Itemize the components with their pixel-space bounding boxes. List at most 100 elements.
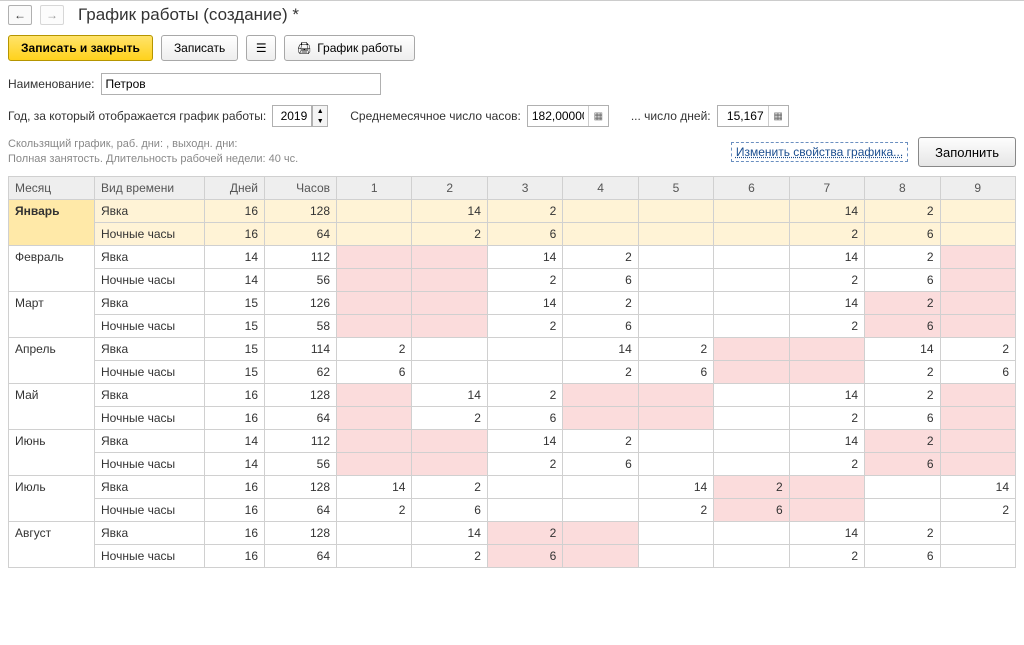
- day-cell[interactable]: 14: [563, 337, 638, 360]
- day-cell[interactable]: 2: [487, 452, 562, 475]
- day-cell[interactable]: 2: [865, 291, 940, 314]
- days-cell[interactable]: 14: [205, 429, 265, 452]
- day-cell[interactable]: [638, 245, 713, 268]
- day-cell[interactable]: [412, 268, 487, 291]
- day-cell[interactable]: 2: [865, 383, 940, 406]
- table-row[interactable]: МартЯвка15126142142: [9, 291, 1016, 314]
- day-cell[interactable]: [487, 337, 562, 360]
- table-row[interactable]: ИюньЯвка14112142142: [9, 429, 1016, 452]
- table-row[interactable]: АпрельЯвка151142142142: [9, 337, 1016, 360]
- hours-cell[interactable]: 62: [265, 360, 337, 383]
- day-cell[interactable]: [940, 314, 1016, 337]
- day-cell[interactable]: [714, 268, 789, 291]
- day-cell[interactable]: 6: [563, 314, 638, 337]
- day-cell[interactable]: 14: [487, 429, 562, 452]
- day-cell[interactable]: 6: [487, 406, 562, 429]
- day-cell[interactable]: 6: [865, 314, 940, 337]
- day-cell[interactable]: [940, 268, 1016, 291]
- day-cell[interactable]: 2: [487, 314, 562, 337]
- day-cell[interactable]: [337, 291, 412, 314]
- nav-forward-button[interactable]: →: [40, 5, 64, 25]
- day-cell[interactable]: 2: [487, 268, 562, 291]
- day-cell[interactable]: [940, 521, 1016, 544]
- hours-cell[interactable]: 112: [265, 245, 337, 268]
- day-cell[interactable]: 14: [412, 521, 487, 544]
- day-cell[interactable]: 2: [714, 475, 789, 498]
- day-cell[interactable]: [487, 498, 562, 521]
- day-cell[interactable]: 2: [789, 406, 864, 429]
- day-cell[interactable]: [714, 452, 789, 475]
- table-row[interactable]: МайЯвка16128142142: [9, 383, 1016, 406]
- hours-cell[interactable]: 112: [265, 429, 337, 452]
- day-cell[interactable]: [337, 544, 412, 567]
- day-cell[interactable]: [789, 475, 864, 498]
- day-cell[interactable]: [714, 544, 789, 567]
- table-row[interactable]: ЯнварьЯвка16128142142: [9, 199, 1016, 222]
- day-cell[interactable]: [638, 291, 713, 314]
- day-cell[interactable]: 6: [865, 452, 940, 475]
- day-cell[interactable]: [865, 475, 940, 498]
- day-cell[interactable]: [940, 245, 1016, 268]
- day-cell[interactable]: [638, 521, 713, 544]
- day-cell[interactable]: 2: [789, 314, 864, 337]
- day-cell[interactable]: [337, 245, 412, 268]
- day-cell[interactable]: [412, 429, 487, 452]
- day-cell[interactable]: 2: [337, 337, 412, 360]
- days-cell[interactable]: 15: [205, 291, 265, 314]
- day-cell[interactable]: 2: [563, 360, 638, 383]
- day-cell[interactable]: 2: [789, 222, 864, 245]
- days-cell[interactable]: 16: [205, 222, 265, 245]
- day-cell[interactable]: [638, 429, 713, 452]
- day-cell[interactable]: 2: [487, 199, 562, 222]
- day-cell[interactable]: 6: [487, 544, 562, 567]
- day-cell[interactable]: 14: [789, 245, 864, 268]
- days-cell[interactable]: 16: [205, 544, 265, 567]
- day-cell[interactable]: 2: [638, 498, 713, 521]
- day-cell[interactable]: [487, 360, 562, 383]
- day-cell[interactable]: 14: [337, 475, 412, 498]
- day-cell[interactable]: 2: [487, 521, 562, 544]
- day-cell[interactable]: [714, 291, 789, 314]
- days-cell[interactable]: 16: [205, 199, 265, 222]
- print-schedule-button[interactable]: 🖨График работы: [284, 35, 415, 61]
- day-cell[interactable]: [337, 521, 412, 544]
- hours-cell[interactable]: 114: [265, 337, 337, 360]
- day-cell[interactable]: 6: [865, 222, 940, 245]
- day-cell[interactable]: 2: [563, 429, 638, 452]
- day-cell[interactable]: [337, 268, 412, 291]
- day-cell[interactable]: [412, 291, 487, 314]
- day-cell[interactable]: [940, 291, 1016, 314]
- day-cell[interactable]: [714, 383, 789, 406]
- hours-cell[interactable]: 64: [265, 222, 337, 245]
- day-cell[interactable]: 2: [789, 268, 864, 291]
- day-cell[interactable]: 2: [412, 222, 487, 245]
- table-row[interactable]: ИюльЯвка1612814214214: [9, 475, 1016, 498]
- day-cell[interactable]: [412, 452, 487, 475]
- day-cell[interactable]: 14: [865, 337, 940, 360]
- day-cell[interactable]: [789, 360, 864, 383]
- day-cell[interactable]: 14: [789, 291, 864, 314]
- hours-cell[interactable]: 128: [265, 475, 337, 498]
- year-spin-down[interactable]: ▼: [313, 116, 327, 126]
- day-cell[interactable]: [714, 337, 789, 360]
- year-spin-up[interactable]: ▲: [313, 106, 327, 116]
- days-cell[interactable]: 14: [205, 452, 265, 475]
- days-cell[interactable]: 16: [205, 406, 265, 429]
- day-cell[interactable]: [638, 544, 713, 567]
- day-cell[interactable]: [337, 406, 412, 429]
- day-cell[interactable]: [940, 222, 1016, 245]
- day-cell[interactable]: [563, 199, 638, 222]
- schedule-table[interactable]: Месяц Вид времени Дней Часов 1 2 3 4 5 6…: [8, 176, 1016, 568]
- day-cell[interactable]: 2: [865, 245, 940, 268]
- day-cell[interactable]: 14: [789, 429, 864, 452]
- day-cell[interactable]: 2: [337, 498, 412, 521]
- day-cell[interactable]: 6: [638, 360, 713, 383]
- day-cell[interactable]: 6: [563, 268, 638, 291]
- day-cell[interactable]: [337, 314, 412, 337]
- day-cell[interactable]: [563, 498, 638, 521]
- hours-cell[interactable]: 56: [265, 452, 337, 475]
- day-cell[interactable]: 6: [865, 268, 940, 291]
- hours-cell[interactable]: 56: [265, 268, 337, 291]
- day-cell[interactable]: [337, 452, 412, 475]
- days-cell[interactable]: 16: [205, 383, 265, 406]
